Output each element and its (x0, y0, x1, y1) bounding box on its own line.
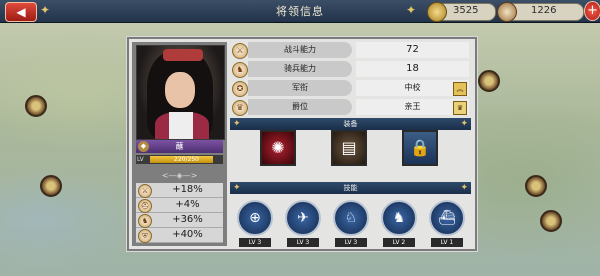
scroll-counter: 1226 (497, 2, 584, 22)
star-ornament-icon: ✦ (233, 119, 241, 129)
level-label: LV (137, 156, 144, 163)
star-ornament-icon: ✦ (460, 119, 468, 129)
city-marker (478, 70, 500, 92)
crown-icon: ♛ (232, 100, 248, 116)
skill-level: LV 3 (239, 238, 271, 247)
city-marker (25, 95, 47, 117)
attribute-row-cavalry: ♞ 骑兵能力 18 (230, 61, 471, 78)
skill-level: LV 2 (383, 238, 415, 247)
skills-title: 技能 (343, 184, 358, 192)
skill-button[interactable]: ♞ (381, 200, 417, 236)
skill-level: LV 3 (335, 238, 367, 247)
horse-icon: ♞ (232, 62, 248, 78)
skill-level: LV 3 (287, 238, 319, 247)
helmet-icon: ⛑ (138, 199, 152, 213)
skill-level: LV 1 (431, 238, 463, 247)
skill-button[interactable]: ⛴ (429, 200, 465, 236)
warship-icon: ⛴ (438, 210, 456, 226)
cannon-soldier-icon: ✈ (297, 210, 309, 226)
rider-icon: ♞ (392, 210, 406, 226)
attribute-value: 72 (356, 42, 469, 58)
gold-coin-icon (427, 2, 447, 22)
coin-value: 3525 (453, 5, 479, 16)
armor-chest-icon: ▤ (341, 138, 357, 157)
equipment-slot-armor[interactable]: ▤ (331, 130, 367, 166)
rank-insignia-icon: ✪ (232, 81, 248, 97)
experience-text: 220/250 (174, 156, 199, 163)
equipment-slot-locked[interactable]: 🔒 (402, 130, 438, 166)
attribute-label: 战斗能力 (248, 42, 352, 58)
rank-chevron-icon: ︽ (453, 82, 467, 96)
attribute-row-combat: ⚔ 战斗能力 72 (230, 42, 471, 59)
general-info-panel: ◆ 蘸 LV 220/250 <—◈—> ⚔ +18% ⛑ +4% ♞ +36%… (127, 37, 477, 251)
equipment-title: 装备 (343, 120, 358, 128)
attribute-label: 军衔 (248, 80, 352, 96)
attribute-value: 中校 ︽ (356, 80, 469, 96)
cavalry-charge-icon: ♘ (344, 210, 358, 226)
skills-section-header: ✦ 技能 ✦ (230, 182, 471, 194)
city-marker (540, 210, 562, 232)
skill-button[interactable]: ♘ (333, 200, 369, 236)
skill-button[interactable]: ✈ (285, 200, 321, 236)
attribute-value: 18 (356, 61, 469, 77)
crosshair-icon: ⊕ (249, 210, 261, 226)
horse-head-icon: ♞ (138, 214, 152, 228)
general-profile-column: ◆ 蘸 LV 220/250 <—◈—> ⚔ +18% ⛑ +4% ♞ +36%… (132, 42, 227, 246)
general-name: 蘸 (175, 142, 184, 151)
scroll-icon (497, 2, 517, 22)
rank-value: 中校 (404, 83, 421, 92)
divider-ornament: <—◈—> (161, 171, 198, 180)
stat-bonus-row: ⚔ +18% (136, 183, 223, 198)
crossed-swords-icon: ⚔ (232, 43, 248, 59)
stat-bonus-row: ⛑ +4% (136, 198, 223, 213)
scroll-value: 1226 (531, 5, 557, 16)
attribute-row-military-rank: ✪ 军衔 中校 ︽ (230, 80, 471, 97)
attribute-row-title: ♛ 爵位 亲王 ♛ (230, 99, 471, 116)
attribute-value: 亲王 ♛ (356, 99, 469, 115)
stat-bonus-value: +4% (175, 199, 200, 210)
experience-bar: LV 220/250 (136, 155, 223, 164)
stat-bonus-value: +40% (172, 229, 203, 240)
general-portrait (136, 45, 225, 140)
attribute-label: 爵位 (248, 99, 352, 115)
equipment-section-header: ✦ 装备 ✦ (230, 118, 471, 130)
skill-button[interactable]: ⊕ (237, 200, 273, 236)
faction-badge-icon: ◆ (138, 141, 149, 152)
stat-bonus-value: +18% (172, 184, 203, 195)
title-value: 亲王 (404, 102, 421, 111)
general-name-bar: ◆ 蘸 (136, 140, 223, 153)
city-marker (40, 175, 62, 197)
attribute-label: 骑兵能力 (248, 61, 352, 77)
plus-icon: + (587, 3, 598, 18)
equipment-slot-weapon[interactable]: ✺ (260, 130, 296, 166)
star-ornament-icon: ✦ (460, 183, 468, 193)
add-resource-button[interactable]: + (584, 1, 600, 21)
top-bar: ◀ ✦ 将领信息 ✦ 3525 1226 + (0, 0, 600, 23)
city-marker (525, 175, 547, 197)
coin-counter: 3525 (427, 2, 496, 22)
stat-bonus-value: +36% (172, 214, 203, 225)
lock-icon: 🔒 (410, 138, 430, 157)
red-claw-weapon-icon: ✺ (271, 138, 285, 157)
shield-icon: ⛨ (138, 229, 152, 243)
crown-badge-icon: ♛ (453, 101, 467, 115)
stat-bonus-row: ⛨ +40% (136, 228, 223, 243)
attack-icon: ⚔ (138, 184, 152, 198)
star-ornament-icon: ✦ (233, 183, 241, 193)
star-ornament-icon: ✦ (406, 3, 417, 17)
stat-bonus-row: ♞ +36% (136, 213, 223, 228)
